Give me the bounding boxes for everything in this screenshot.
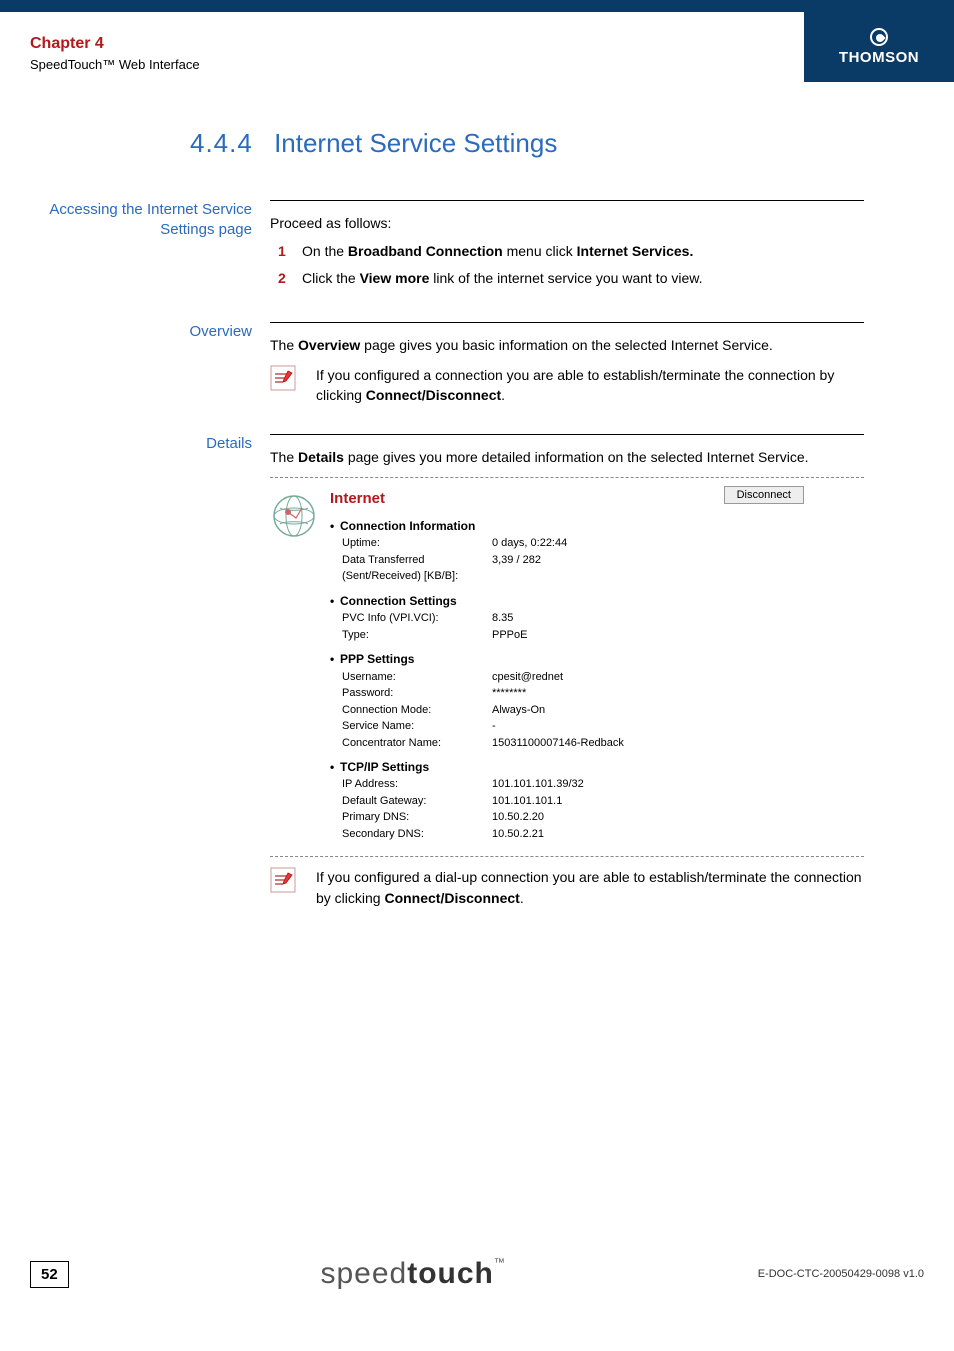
step-item: 2 Click the View more link of the intern… — [270, 268, 864, 288]
content-area: Accessing the Internet Service Settings … — [30, 190, 864, 926]
step-text: Click the View more link of the internet… — [302, 268, 703, 288]
detail-value: 10.50.2.21 — [492, 826, 864, 843]
section-label-accessing: Accessing the Internet Service Settings … — [30, 200, 270, 312]
section-accessing: Accessing the Internet Service Settings … — [30, 200, 864, 312]
detail-row: Connection Mode:Always-On — [342, 702, 864, 719]
detail-row: Primary DNS:10.50.2.20 — [342, 809, 864, 826]
steps-list: 1 On the Broadband Connection menu click… — [270, 241, 864, 288]
detail-group-heading: TCP/IP Settings — [340, 759, 864, 776]
section-details: Details The Details page gives you more … — [30, 434, 864, 926]
panel-main: Internet Connection InformationUptime:0 … — [330, 488, 864, 842]
section-body-overview: The Overview page gives you basic inform… — [270, 322, 864, 424]
detail-key: Primary DNS: — [342, 809, 492, 826]
accessing-intro: Proceed as follows: — [270, 213, 864, 233]
detail-key: Username: — [342, 669, 492, 686]
detail-row: PVC Info (VPI.VCI):8.35 — [342, 610, 864, 627]
detail-value: 15031100007146-Redback — [492, 735, 864, 752]
chapter-subtitle: SpeedTouch™ Web Interface — [30, 57, 200, 72]
section-overview: Overview The Overview page gives you bas… — [30, 322, 864, 424]
overview-note: If you configured a connection you are a… — [270, 365, 864, 406]
details-panel: Disconnect Internet Connection Informati… — [270, 477, 864, 857]
detail-key: Secondary DNS: — [342, 826, 492, 843]
detail-value: 8.35 — [492, 610, 864, 627]
detail-value: 101.101.101.39/32 — [492, 776, 864, 793]
detail-row: Password:******** — [342, 685, 864, 702]
detail-key: Default Gateway: — [342, 793, 492, 810]
note-icon — [270, 365, 298, 396]
step-text: On the Broadband Connection menu click I… — [302, 241, 693, 261]
brand-box: THOMSON — [804, 12, 954, 82]
detail-key: Uptime: — [342, 535, 492, 552]
detail-group-heading: Connection Settings — [340, 593, 864, 610]
detail-value: 3,39 / 282 — [492, 552, 864, 585]
detail-value: ******** — [492, 685, 864, 702]
overview-note-text: If you configured a connection you are a… — [316, 365, 864, 406]
page-number: 52 — [30, 1261, 69, 1288]
detail-row: Default Gateway:101.101.101.1 — [342, 793, 864, 810]
brand-text: THOMSON — [839, 49, 919, 66]
details-note: If you configured a dial-up connection y… — [270, 867, 864, 908]
detail-value: - — [492, 718, 864, 735]
detail-group: TCP/IP SettingsIP Address:101.101.101.39… — [330, 759, 864, 842]
detail-key: Connection Mode: — [342, 702, 492, 719]
detail-value: PPPoE — [492, 627, 864, 644]
detail-key: Password: — [342, 685, 492, 702]
section-label-overview: Overview — [30, 322, 270, 424]
globe-icon — [270, 488, 330, 842]
detail-row: Service Name:- — [342, 718, 864, 735]
section-body-details: The Details page gives you more detailed… — [270, 434, 864, 926]
detail-key: Service Name: — [342, 718, 492, 735]
detail-group: PPP SettingsUsername:cpesit@rednetPasswo… — [330, 651, 864, 751]
overview-text: The Overview page gives you basic inform… — [270, 335, 864, 355]
detail-key: Data Transferred (Sent/Received) [KB/B]: — [342, 552, 492, 585]
detail-row: Username:cpesit@rednet — [342, 669, 864, 686]
section-label-details: Details — [30, 434, 270, 926]
section-number: 4.4.4 — [190, 128, 253, 158]
detail-value: 0 days, 0:22:44 — [492, 535, 864, 552]
detail-row: Uptime:0 days, 0:22:44 — [342, 535, 864, 552]
page-title: 4.4.4 Internet Service Settings — [190, 128, 557, 159]
detail-value: Always-On — [492, 702, 864, 719]
detail-group: Connection InformationUptime:0 days, 0:2… — [330, 518, 864, 585]
top-bar — [0, 0, 954, 12]
detail-key: IP Address: — [342, 776, 492, 793]
step-number: 1 — [278, 241, 302, 261]
section-title: Internet Service Settings — [274, 128, 557, 158]
detail-row: Secondary DNS:10.50.2.21 — [342, 826, 864, 843]
disconnect-button[interactable]: Disconnect — [724, 486, 804, 504]
detail-row: Type:PPPoE — [342, 627, 864, 644]
detail-value: 10.50.2.20 — [492, 809, 864, 826]
section-body-accessing: Proceed as follows: 1 On the Broadband C… — [270, 200, 864, 312]
detail-row: Concentrator Name:15031100007146-Redback — [342, 735, 864, 752]
detail-group-heading: Connection Information — [340, 518, 864, 535]
detail-value: cpesit@rednet — [492, 669, 864, 686]
details-note-text: If you configured a dial-up connection y… — [316, 867, 864, 908]
detail-key: Concentrator Name: — [342, 735, 492, 752]
details-intro: The Details page gives you more detailed… — [270, 447, 864, 467]
detail-value: 101.101.101.1 — [492, 793, 864, 810]
thomson-logo-icon — [870, 28, 888, 46]
detail-row: Data Transferred (Sent/Received) [KB/B]:… — [342, 552, 864, 585]
chapter-header: Chapter 4 SpeedTouch™ Web Interface — [30, 35, 200, 72]
note-icon — [270, 867, 298, 898]
speedtouch-logo: speedtouch™ — [320, 1257, 505, 1291]
step-item: 1 On the Broadband Connection menu click… — [270, 241, 864, 261]
detail-key: Type: — [342, 627, 492, 644]
detail-key: PVC Info (VPI.VCI): — [342, 610, 492, 627]
detail-group-heading: PPP Settings — [340, 651, 864, 668]
step-number: 2 — [278, 268, 302, 288]
document-id: E-DOC-CTC-20050429-0098 v1.0 — [758, 1268, 924, 1280]
detail-group: Connection SettingsPVC Info (VPI.VCI):8.… — [330, 593, 864, 643]
page-footer: 52 speedtouch™ E-DOC-CTC-20050429-0098 v… — [30, 1257, 924, 1291]
chapter-title: Chapter 4 — [30, 35, 200, 53]
detail-row: IP Address:101.101.101.39/32 — [342, 776, 864, 793]
